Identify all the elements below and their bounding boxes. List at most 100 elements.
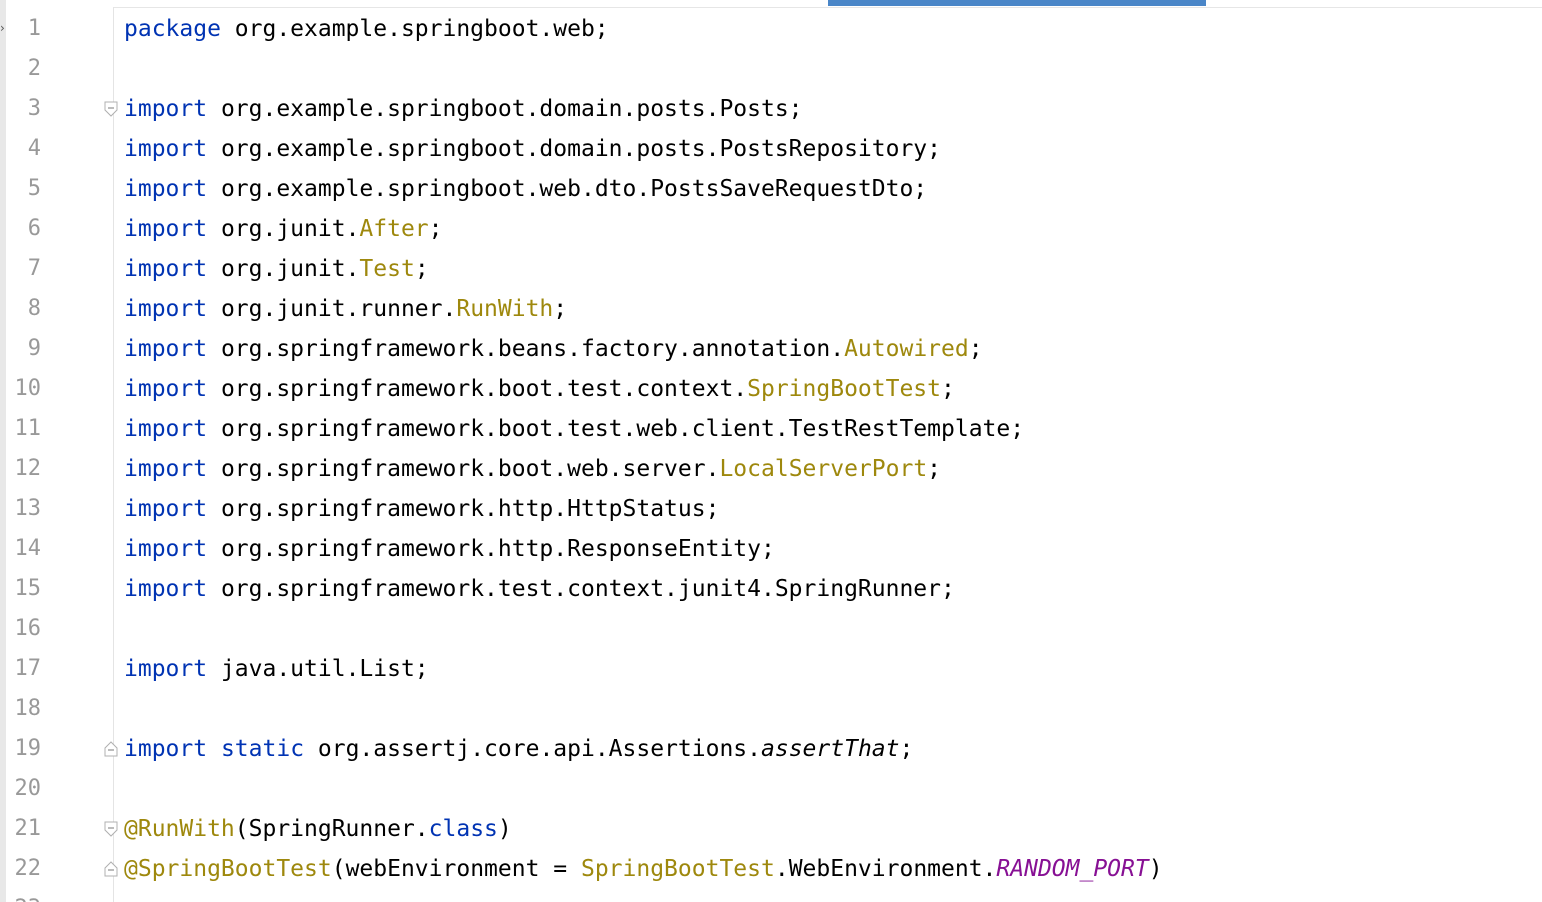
line-number[interactable]: 5	[6, 169, 41, 209]
code-line[interactable]: 7 import org.junit.Test;	[6, 249, 1542, 289]
code-line[interactable]: 5 import org.example.springboot.web.dto.P…	[6, 169, 1542, 209]
line-text[interactable]: import org.example.springboot.domain.pos…	[124, 129, 941, 169]
code-line[interactable]: 23	[6, 889, 1542, 902]
line-number[interactable]: 2	[6, 49, 41, 89]
line-text[interactable]: import org.junit.Test;	[124, 249, 429, 289]
line-text[interactable]: @SpringBootTest(webEnvironment = SpringB…	[124, 849, 1163, 889]
line-text[interactable]: import static org.assertj.core.api.Asser…	[124, 729, 913, 769]
line-number[interactable]: 10	[6, 369, 42, 409]
code-token: import	[124, 416, 208, 442]
code-line[interactable]: 16	[6, 609, 1542, 649]
line-number[interactable]: 4	[6, 129, 41, 169]
code-token: org.example.springboot.web;	[220, 16, 609, 42]
code-line[interactable]: 4 import org.example.springboot.domain.po…	[6, 129, 1542, 169]
line-text[interactable]: import org.springframework.test.context.…	[124, 569, 955, 609]
line-number[interactable]: 8	[6, 289, 41, 329]
code-token: Autowired	[844, 336, 969, 362]
code-token: ;	[414, 256, 429, 282]
code-token: class	[428, 816, 498, 842]
code-token: ;	[553, 296, 568, 322]
code-token: java.util.List;	[207, 656, 429, 682]
line-number[interactable]: 23	[6, 889, 42, 902]
line-number[interactable]: 15	[6, 569, 42, 609]
line-number[interactable]: 11	[6, 409, 42, 449]
line-text[interactable]: @RunWith(SpringRunner.class)	[124, 809, 512, 849]
line-text[interactable]: import org.springframework.boot.test.web…	[124, 409, 1024, 449]
line-number[interactable]: 13	[6, 489, 42, 529]
line-text[interactable]: import org.example.springboot.domain.pos…	[124, 89, 803, 129]
line-number[interactable]: 18	[6, 689, 42, 729]
code-editor[interactable]: › 1 package org.example.springboot.web; 2 3…	[0, 0, 1542, 902]
line-number[interactable]: 21	[6, 809, 42, 849]
code-area[interactable]: 1 package org.example.springboot.web; 2 3 im…	[6, 9, 1542, 902]
line-text[interactable]: import org.springframework.boot.web.serv…	[124, 449, 941, 489]
code-line[interactable]: 11 import org.springframework.boot.test.w…	[6, 409, 1542, 449]
line-number[interactable]: 20	[6, 769, 42, 809]
code-token: org.example.springboot.web.dto.PostsSave…	[207, 176, 928, 202]
line-number[interactable]: 7	[6, 249, 41, 289]
line-text[interactable]: import org.springframework.http.HttpStat…	[124, 489, 719, 529]
line-number[interactable]: 16	[6, 609, 42, 649]
code-line[interactable]: 14 import org.springframework.http.Respon…	[6, 529, 1542, 569]
line-text[interactable]: import java.util.List;	[124, 649, 429, 689]
code-line[interactable]: 9 import org.springframework.beans.factor…	[6, 329, 1542, 369]
code-token: import	[124, 336, 208, 362]
line-text[interactable]: package org.example.springboot.web;	[124, 9, 609, 49]
tab-scroll-indicator[interactable]	[828, 0, 1206, 6]
line-number[interactable]: 6	[6, 209, 41, 249]
code-line[interactable]: 21 @RunWith(SpringRunner.class)	[6, 809, 1542, 849]
code-line[interactable]: 2	[6, 49, 1542, 89]
code-token: ;	[899, 736, 914, 762]
line-text[interactable]: import org.junit.runner.RunWith;	[124, 289, 567, 329]
fold-end-icon[interactable]	[104, 861, 118, 877]
code-token: import	[124, 656, 208, 682]
code-line[interactable]: 15 import org.springframework.test.contex…	[6, 569, 1542, 609]
code-token: ;	[927, 456, 942, 482]
code-line[interactable]: 10 import org.springframework.boot.test.c…	[6, 369, 1542, 409]
code-line[interactable]: 22 @SpringBootTest(webEnvironment = Sprin…	[6, 849, 1542, 889]
code-line[interactable]: 3 import org.example.springboot.domain.po…	[6, 89, 1542, 129]
code-token: import	[124, 376, 208, 402]
code-line[interactable]: 17 import java.util.List;	[6, 649, 1542, 689]
code-line[interactable]: 13 import org.springframework.http.HttpSt…	[6, 489, 1542, 529]
code-token: import	[124, 576, 208, 602]
line-number[interactable]: 17	[6, 649, 42, 689]
code-token: import	[124, 96, 208, 122]
code-line[interactable]: 20	[6, 769, 1542, 809]
code-token: org.springframework.test.context.junit4.…	[207, 576, 955, 602]
line-number[interactable]: 12	[6, 449, 42, 489]
line-number[interactable]: 3	[6, 89, 41, 129]
fold-end-icon[interactable]	[104, 741, 118, 757]
line-number[interactable]: 22	[6, 849, 42, 889]
code-line[interactable]: 6 import org.junit.After;	[6, 209, 1542, 249]
code-line[interactable]: 19 import static org.assertj.core.api.Ass…	[6, 729, 1542, 769]
code-token: LocalServerPort	[719, 456, 928, 482]
code-token: org.springframework.boot.test.web.client…	[207, 416, 1025, 442]
code-token: SpringBootTest	[580, 856, 775, 882]
line-text[interactable]: import org.example.springboot.web.dto.Po…	[124, 169, 927, 209]
code-token: org.springframework.boot.test.context.	[207, 376, 748, 402]
code-line[interactable]: 12 import org.springframework.boot.web.se…	[6, 449, 1542, 489]
code-line[interactable]: 1 package org.example.springboot.web;	[6, 9, 1542, 49]
line-number[interactable]: 9	[6, 329, 41, 369]
code-token: import	[124, 176, 208, 202]
code-line[interactable]: 18	[6, 689, 1542, 729]
editor-top-bar	[0, 0, 1542, 8]
line-number[interactable]: 1	[6, 9, 41, 49]
code-token: ;	[428, 216, 443, 242]
code-token: org.example.springboot.domain.posts.Post…	[207, 136, 941, 162]
code-token: import	[124, 496, 208, 522]
code-token: import	[124, 136, 208, 162]
code-line[interactable]: 8 import org.junit.runner.RunWith;	[6, 289, 1542, 329]
line-text[interactable]: import org.springframework.boot.test.con…	[124, 369, 955, 409]
line-text[interactable]: import org.springframework.http.Response…	[124, 529, 775, 569]
fold-start-icon[interactable]	[104, 821, 118, 837]
fold-start-icon[interactable]	[104, 101, 118, 117]
code-token: import	[124, 736, 208, 762]
line-text[interactable]: import org.junit.After;	[124, 209, 443, 249]
code-token: )	[1148, 856, 1163, 882]
line-number[interactable]: 19	[6, 729, 42, 769]
line-text[interactable]: import org.springframework.beans.factory…	[124, 329, 983, 369]
code-token: @RunWith	[124, 816, 235, 842]
line-number[interactable]: 14	[6, 529, 42, 569]
